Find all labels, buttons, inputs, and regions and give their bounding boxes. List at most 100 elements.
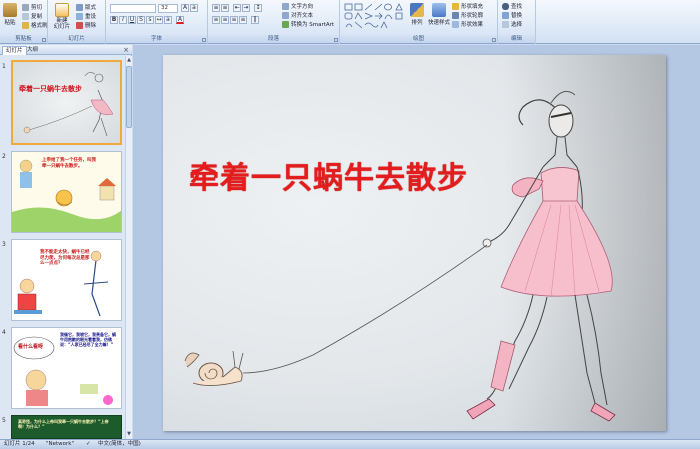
quick-styles-button[interactable]: 快速样式 xyxy=(428,3,450,26)
text-direction-button[interactable]: 文字方向 xyxy=(282,2,313,10)
panel-tabs: 幻灯片 大纲 × xyxy=(0,45,132,55)
layout-label: 版式 xyxy=(85,5,97,11)
smartart-button[interactable]: 转换为 SmartArt xyxy=(282,20,334,28)
effects-icon xyxy=(452,20,459,28)
slide-number: 1 xyxy=(2,63,6,70)
copy-icon xyxy=(22,12,29,20)
paragraph-launcher-icon[interactable] xyxy=(334,38,338,42)
slide-title[interactable]: 牵着一只蜗牛去散步 xyxy=(189,153,468,197)
slide-thumbnail-5[interactable]: 真奇怪，为什么上帝叫我牵一只蜗牛去散步？“上帝啊！为什么？” xyxy=(11,415,122,439)
ribbon: 粘贴 剪切 复制 格式刷 剪贴板 新建 幻灯片 版式 重设 删除 幻灯片 32 … xyxy=(0,0,700,44)
align-center-icon[interactable]: ≡ xyxy=(221,16,229,24)
slides-group-label: 幻灯片 xyxy=(48,35,105,43)
quick-styles-icon xyxy=(432,3,446,17)
slide-thumbnail-3[interactable]: 我不能走太快，蜗牛已经尽力爬，为何每次总是那么一点点？ xyxy=(11,239,122,321)
format-painter-label: 格式刷 xyxy=(31,23,48,29)
tab-slides[interactable]: 幻灯片 xyxy=(2,46,27,55)
spellcheck-icon[interactable]: ✓ xyxy=(86,440,91,449)
bullets-icon[interactable]: ≡ xyxy=(212,4,220,12)
paragraph-group: ≡ ≡ ⇤ ⇥ ↕ ≡ ≡ ≡ ≡ ‖ 文字方向 对齐文本 转换为 SmartA… xyxy=(208,0,340,44)
shape-outline-label: 形状轮廓 xyxy=(461,13,484,19)
shape-fill-button[interactable]: 形状填充 xyxy=(452,2,483,10)
select-label: 选择 xyxy=(511,22,523,28)
scissors-icon xyxy=(22,3,29,11)
girl-walking-snail-illustration xyxy=(184,55,666,431)
cut-label: 剪切 xyxy=(31,5,43,11)
underline-icon[interactable]: U xyxy=(128,16,136,24)
copy-button[interactable]: 复制 xyxy=(22,12,42,20)
font-size-value: 32 xyxy=(161,5,168,11)
font-group-label: 字体 xyxy=(106,35,207,43)
spacing-icon[interactable]: ↔ xyxy=(155,16,163,24)
grow-font-icon[interactable]: A xyxy=(181,4,189,12)
tab-outline[interactable]: 大纲 xyxy=(24,46,41,55)
font-color-icon[interactable]: A xyxy=(176,16,184,24)
reset-button[interactable]: 重设 xyxy=(76,12,96,20)
shrink-font-icon[interactable]: a xyxy=(190,4,198,12)
cursor-icon xyxy=(502,20,509,28)
shape-effects-label: 形状效果 xyxy=(461,22,484,28)
thumb-text: 我不能走太快，蜗牛已经尽力爬，为何每次总是那么一点点？ xyxy=(40,250,90,266)
slide-number: 4 xyxy=(2,329,6,336)
strikethrough-icon[interactable]: S xyxy=(137,16,145,24)
replace-label: 替换 xyxy=(511,13,523,19)
paste-label: 粘贴 xyxy=(4,20,16,26)
numbering-icon[interactable]: ≡ xyxy=(221,4,229,12)
scroll-up-icon[interactable]: ▲ xyxy=(126,57,132,64)
align-text-button[interactable]: 对齐文本 xyxy=(282,11,313,19)
change-case-icon[interactable]: a xyxy=(164,16,172,24)
shape-effects-button[interactable]: 形状效果 xyxy=(452,20,483,28)
align-right-icon[interactable]: ≡ xyxy=(230,16,238,24)
decrease-indent-icon[interactable]: ⇤ xyxy=(233,4,241,12)
slide-counter: 幻灯片 1/24 xyxy=(4,441,35,447)
slide-thumbnail-4[interactable]: 看什么看呀 我催它，我唬它，我责备它，蜗牛用抱歉的眼光看着我，仿佛说：“人家已经… xyxy=(11,327,122,409)
scroll-thumb[interactable] xyxy=(126,66,132,128)
slide-thumbnail-1[interactable]: 牵着一只蜗牛去散步 xyxy=(11,60,122,145)
justify-icon[interactable]: ≡ xyxy=(239,16,247,24)
slide-number: 3 xyxy=(2,241,6,248)
drawing-group-label: 绘图 xyxy=(340,35,497,43)
columns-icon[interactable]: ‖ xyxy=(251,16,259,24)
replace-button[interactable]: 替换 xyxy=(502,11,522,19)
scroll-down-icon[interactable]: ▼ xyxy=(126,431,132,438)
language-indicator[interactable]: 中文(简体，中国) xyxy=(98,440,141,449)
increase-indent-icon[interactable]: ⇥ xyxy=(242,4,250,12)
slide-thumbnail-2[interactable]: 上帝给了我一个任务，叫我牵一只蜗牛去散步。 xyxy=(11,151,122,233)
line-spacing-icon[interactable]: ↕ xyxy=(254,4,262,12)
clipboard-launcher-icon[interactable] xyxy=(42,38,46,42)
slides-group: 新建 幻灯片 版式 重设 删除 幻灯片 xyxy=(48,0,106,44)
status-bar: 幻灯片 1/24 "Network" ✓ 中文(简体，中国) xyxy=(0,439,700,449)
slide-editor-canvas: 牵着一只蜗牛去散步 xyxy=(133,45,700,439)
close-icon[interactable]: × xyxy=(123,46,129,54)
bold-icon[interactable]: B xyxy=(110,16,118,24)
shape-outline-button[interactable]: 形状轮廓 xyxy=(452,11,483,19)
delete-label: 删除 xyxy=(85,23,97,29)
shadow-icon[interactable]: s xyxy=(146,16,154,24)
slides-panel: 幻灯片 大纲 × 1 牵着一只蜗牛去散步 2 上帝给了我一个任务，叫我牵一只蜗牛… xyxy=(0,45,132,439)
font-size-combo[interactable]: 32 xyxy=(158,4,178,13)
quick-styles-label: 快速样式 xyxy=(428,20,451,26)
select-button[interactable]: 选择 xyxy=(502,20,522,28)
format-painter-button[interactable]: 格式刷 xyxy=(22,21,48,29)
font-launcher-icon[interactable] xyxy=(202,38,206,42)
current-slide[interactable]: 牵着一只蜗牛去散步 xyxy=(163,55,666,431)
align-left-icon[interactable]: ≡ xyxy=(212,16,220,24)
drawing-launcher-icon[interactable] xyxy=(492,38,496,42)
new-slide-button[interactable]: 新建 幻灯片 xyxy=(52,3,72,30)
paste-button[interactable]: 粘贴 xyxy=(3,3,17,26)
font-name-combo[interactable] xyxy=(110,4,156,13)
delete-icon xyxy=(76,21,83,29)
new-slide-icon xyxy=(55,3,69,17)
layout-button[interactable]: 版式 xyxy=(76,3,96,11)
cut-button[interactable]: 剪切 xyxy=(22,3,42,11)
shapes-gallery[interactable] xyxy=(344,3,406,29)
paste-icon xyxy=(3,3,17,17)
theme-name: "Network" xyxy=(46,441,75,447)
arrange-button[interactable]: 排列 xyxy=(410,3,424,26)
delete-button[interactable]: 删除 xyxy=(76,21,96,29)
find-button[interactable]: 查找 xyxy=(502,2,522,10)
editing-group: 查找 替换 选择 编辑 xyxy=(498,0,536,44)
panel-scrollbar[interactable]: ▲ ▼ xyxy=(125,56,132,439)
italic-icon[interactable]: I xyxy=(119,16,127,24)
thumb-text: 我催它，我唬它，我责备它，蜗牛用抱歉的眼光看着我，仿佛说：“人家已经尽了全力嘛！… xyxy=(60,332,116,347)
